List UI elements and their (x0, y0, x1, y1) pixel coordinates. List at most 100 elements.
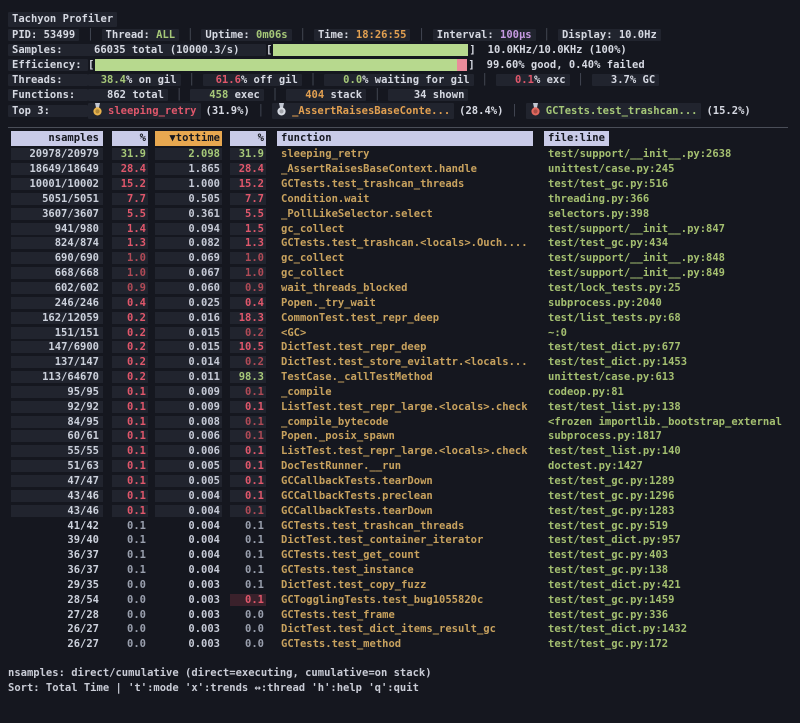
stat-value: 18:26:55 (356, 29, 407, 41)
cell-percent-cumulative: 0.1 (230, 534, 266, 546)
cell-percent-cumulative: 10.5 (230, 341, 266, 353)
cell-file-line: doctest.py:1427 (544, 460, 794, 472)
stat-value: 34 (392, 89, 426, 101)
cell-file-line: test/test_dict.py:957 (544, 534, 794, 546)
cell-nsamples: 3607/3607 (11, 208, 103, 220)
cell-nsamples: 26/27 (11, 638, 103, 650)
cell-function-name: GCCallbackTests.tearDown (277, 475, 533, 487)
cell-function-name: CommonTest.test_repr_deep (277, 312, 533, 324)
column-header-tottime[interactable]: ▼tottime (155, 131, 222, 146)
column-header-file-line[interactable]: file:line (544, 131, 609, 146)
top3-function-name: GCTests.test_trashcan... (546, 105, 698, 117)
cell-nsamples: 36/37 (11, 549, 103, 561)
cell-file-line: ~:0 (544, 327, 794, 339)
cell-file-line: threading.py:366 (544, 193, 794, 205)
table-row: 29/350.00.0030.1DictTest.test_copy_fuzzt… (8, 577, 794, 592)
cell-percent-cumulative: 0.1 (230, 490, 266, 502)
cell-function-name: gc_collect (277, 223, 533, 235)
cell-percent-cumulative: 0.1 (230, 564, 266, 576)
stat-label: PID: (12, 29, 44, 41)
cell-percent-direct: 0.9 (112, 282, 148, 294)
cell-percent-direct: 0.0 (112, 594, 148, 606)
cell-tottime: 0.009 (155, 401, 222, 413)
cell-nsamples: 147/6900 (11, 341, 103, 353)
cell-file-line: unittest/case.py:245 (544, 163, 794, 175)
separator: │ (578, 74, 584, 86)
cell-percent-cumulative: 0.2 (230, 356, 266, 368)
cell-function-name: _PollLikeSelector.select (277, 208, 533, 220)
top3-percent: (15.2%) (706, 105, 750, 117)
cell-nsamples: 41/42 (11, 520, 103, 532)
cell-percent-cumulative: 7.7 (230, 193, 266, 205)
cell-function-name: GCTests.test_trashcan_threads (277, 520, 533, 532)
functions-label: Functions: (8, 89, 88, 101)
cell-file-line: subprocess.py:1817 (544, 430, 794, 442)
separator: │ (258, 105, 264, 117)
cell-percent-direct: 0.1 (112, 520, 148, 532)
cell-percent-cumulative: 0.0 (230, 623, 266, 635)
cell-percent-direct: 0.4 (112, 297, 148, 309)
table-row: 39/400.10.0040.1DictTest.test_container_… (8, 533, 794, 548)
cell-function-name: Popen._try_wait (277, 297, 533, 309)
table-row: 690/6901.00.0691.0gc_collecttest/support… (8, 251, 794, 266)
stat-label: Thread: (106, 29, 157, 41)
cell-tottime: 0.006 (155, 445, 222, 457)
cell-percent-direct: 0.1 (112, 490, 148, 502)
column-header-nsamples[interactable]: nsamples (11, 131, 103, 146)
cell-tottime: 0.082 (155, 237, 222, 249)
cell-function-name: GCTests.test_instance (277, 564, 533, 576)
cell-tottime: 0.004 (155, 534, 222, 546)
cell-function-name: gc_collect (277, 267, 533, 279)
cell-nsamples: 18649/18649 (11, 163, 103, 175)
cell-tottime: 0.067 (155, 267, 222, 279)
cell-function-name: DictTest.test_container_iterator (277, 534, 533, 546)
cell-nsamples: 92/92 (11, 401, 103, 413)
stat-value: 862 (92, 89, 126, 101)
header-stat: Interval: 100µs (433, 29, 536, 41)
cell-nsamples: 95/95 (11, 386, 103, 398)
cell-tottime: 0.003 (155, 638, 222, 650)
column-header-pct-direct[interactable]: % (112, 131, 148, 146)
cell-percent-direct: 0.1 (112, 460, 148, 472)
table-row: 113/646700.20.01198.3TestCase._callTestM… (8, 370, 794, 385)
cell-tottime: 0.011 (155, 371, 222, 383)
cell-percent-cumulative: 1.5 (230, 223, 266, 235)
cell-file-line: codeop.py:81 (544, 386, 794, 398)
cell-percent-direct: 5.5 (112, 208, 148, 220)
cell-percent-direct: 0.0 (112, 623, 148, 635)
cell-nsamples: 20978/20979 (11, 148, 103, 160)
separator: │ (482, 74, 488, 86)
stat-suffix: total (126, 89, 164, 101)
cell-percent-direct: 0.1 (112, 534, 148, 546)
top3-label: Top 3: (8, 105, 88, 117)
cell-percent-direct: 0.1 (112, 386, 148, 398)
stat-label: Uptime: (205, 29, 256, 41)
samples-line: Samples:66035 total (10000.3/s) 10.0KHz/… (8, 42, 794, 57)
cell-percent-cumulative: 0.1 (230, 460, 266, 472)
cell-function-name: _compile_bytecode (277, 416, 533, 428)
cell-nsamples: 162/12059 (11, 312, 103, 324)
header-stat: Time: 18:26:55 (314, 29, 411, 41)
samples-rate: 10.0KHz/10.0KHz (100%) (488, 44, 627, 56)
table-row: 60/610.10.0060.1Popen._posix_spawnsubpro… (8, 429, 794, 444)
cell-percent-direct: 0.2 (112, 371, 148, 383)
cell-function-name: DictTest.test_copy_fuzz (277, 579, 533, 591)
cell-percent-cumulative: 0.1 (230, 445, 266, 457)
cell-nsamples: 29/35 (11, 579, 103, 591)
cell-function-name: Condition.wait (277, 193, 533, 205)
table-row: 151/1510.20.0150.2<GC>~:0 (8, 325, 794, 340)
cell-function-name: sleeping_retry (277, 148, 533, 160)
cell-file-line: test/list_tests.py:68 (544, 312, 794, 324)
table-row: 147/69000.20.01510.5DictTest.test_repr_d… (8, 340, 794, 355)
cell-tottime: 0.505 (155, 193, 222, 205)
cell-file-line: test/test_dict.py:1453 (544, 356, 794, 368)
top3-function-name: _AssertRaisesBaseConte... (292, 105, 450, 117)
column-header-pct-cumulative[interactable]: % (230, 131, 266, 146)
column-header-function[interactable]: function (277, 131, 533, 146)
thread-stat: 3.7% GC (592, 74, 659, 86)
cell-nsamples: 55/55 (11, 445, 103, 457)
stat-suffix: shown (426, 89, 464, 101)
table-row: 95/950.10.0090.1_compilecodeop.py:81 (8, 385, 794, 400)
stat-suffix: % GC (630, 74, 655, 86)
samples-value: 66035 total (10000.3/s) (94, 44, 239, 56)
